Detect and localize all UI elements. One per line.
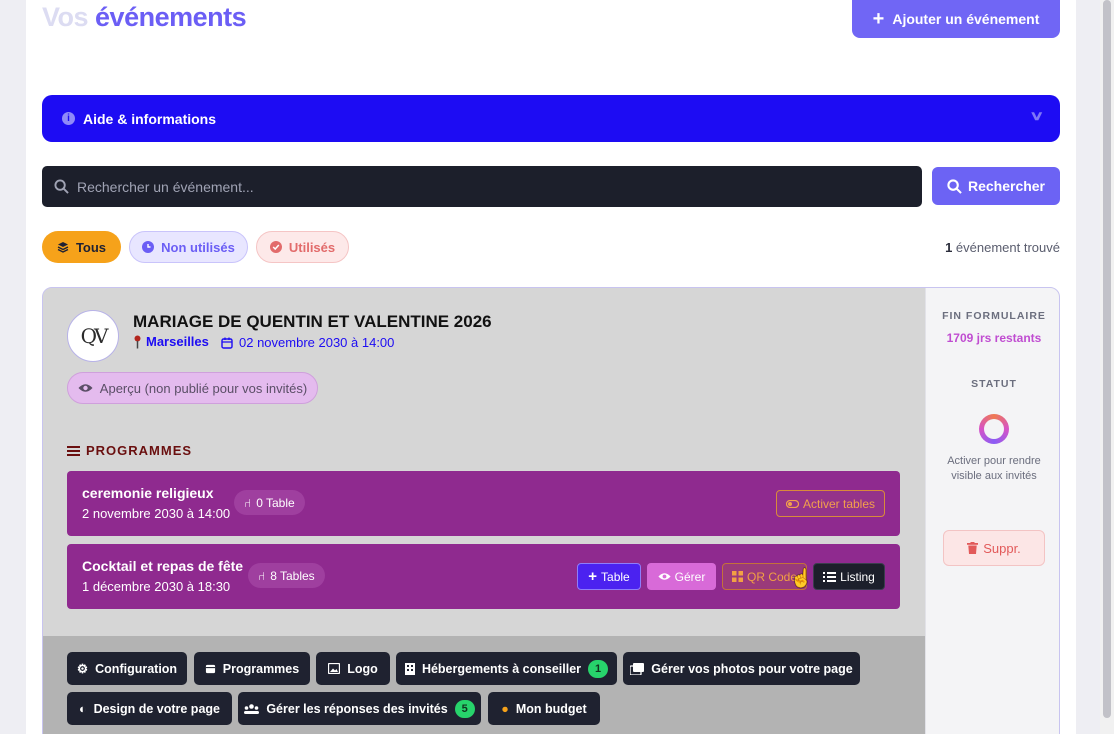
calendar-icon xyxy=(205,664,215,674)
guest-responses-button[interactable]: Gérer les réponses des invités 5 xyxy=(238,692,481,725)
event-logo: QV xyxy=(67,310,119,362)
delete-button[interactable]: Suppr. xyxy=(943,530,1045,566)
gear-icon: ⚙ xyxy=(76,662,89,676)
photos-icon xyxy=(630,662,645,675)
scrollbar-thumb[interactable] xyxy=(1103,0,1111,718)
list-icon xyxy=(67,445,80,456)
form-end-title: FIN FORMULAIRE xyxy=(942,310,1046,322)
search-bar xyxy=(42,166,922,207)
eye-icon xyxy=(658,573,671,580)
list-icon xyxy=(823,571,837,582)
results-count: 1 événement trouvé xyxy=(945,240,1060,255)
budget-button[interactable]: ● Mon budget xyxy=(488,692,600,725)
event-date: 02 novembre 2030 à 14:00 xyxy=(221,335,394,350)
chair-icon: ⑁ xyxy=(244,495,252,510)
page-title: Vos événements xyxy=(42,2,247,32)
pin-icon xyxy=(134,335,141,348)
programmes-button[interactable]: Programmes xyxy=(194,652,310,685)
status-title: STATUT xyxy=(971,378,1017,390)
help-accordion[interactable]: i Aide & informations ∨ xyxy=(42,95,1060,142)
program-date: 2 novembre 2030 à 14:00 xyxy=(82,506,231,521)
eye-icon xyxy=(78,384,93,392)
listing-button[interactable]: Listing xyxy=(813,563,885,590)
program-name: Cocktail et repas de fête xyxy=(82,558,244,574)
hand-cursor-icon: ☝ xyxy=(790,568,813,588)
chevron-down-icon: ∨ xyxy=(1029,108,1045,123)
event-card: QV MARIAGE DE QUENTIN ET VALENTINE 2026 … xyxy=(42,287,1060,734)
palette-icon: ◐ xyxy=(79,701,87,716)
count-badge: 1 xyxy=(588,659,609,678)
manage-button[interactable]: Gérer xyxy=(647,563,716,590)
toggle-icon xyxy=(785,499,799,508)
accommodations-button[interactable]: Hébergements à conseiller 1 xyxy=(396,652,617,685)
image-icon xyxy=(328,663,341,674)
event-location: Marseilles xyxy=(133,334,209,349)
event-title: MARIAGE DE QUENTIN ET VALENTINE 2026 xyxy=(133,312,492,331)
tables-count-badge: ⑁ 8 Tables xyxy=(248,563,325,588)
add-table-button[interactable]: + Table xyxy=(577,563,641,590)
plus-icon: + xyxy=(872,8,885,30)
check-circle-icon xyxy=(269,241,282,253)
chair-icon: ⑁ xyxy=(258,568,266,583)
manage-photos-button[interactable]: Gérer vos photos pour votre page xyxy=(623,652,860,685)
preview-button[interactable]: Aperçu (non publié pour vos invités) xyxy=(67,372,318,404)
tables-count-badge: ⑁ 0 Table xyxy=(234,490,305,515)
program-date: 1 décembre 2030 à 18:30 xyxy=(82,579,231,594)
status-toggle[interactable] xyxy=(979,414,1009,444)
building-icon xyxy=(404,662,415,675)
group-icon xyxy=(244,703,260,714)
plus-icon: + xyxy=(588,568,598,585)
layers-icon xyxy=(57,242,69,253)
search-button[interactable]: Rechercher xyxy=(932,167,1060,205)
page-scrollbar[interactable] xyxy=(1100,0,1114,734)
filter-unused[interactable]: Non utilisés xyxy=(129,231,248,263)
trash-icon xyxy=(967,542,979,554)
search-input[interactable] xyxy=(77,178,897,195)
calendar-icon xyxy=(221,337,233,349)
program-name: ceremonie religieux xyxy=(82,485,214,501)
page-design-button[interactable]: ◐ Design de votre page xyxy=(67,692,232,725)
clock-icon xyxy=(142,241,155,253)
filter-used[interactable]: Utilisés xyxy=(256,231,349,263)
info-icon: i xyxy=(62,112,75,125)
activate-tables-button[interactable]: Activer tables xyxy=(776,490,885,517)
add-event-button[interactable]: + Ajouter un événement xyxy=(852,0,1060,38)
program-row: ceremonie religieux 2 novembre 2030 à 14… xyxy=(67,471,900,536)
program-row: Cocktail et repas de fête 1 décembre 203… xyxy=(67,544,900,609)
money-bag-icon: ● xyxy=(501,701,509,716)
event-sidebar: FIN FORMULAIRE 1709 jrs restants STATUT … xyxy=(925,288,1059,734)
days-remaining: 1709 jrs restants xyxy=(946,331,1042,345)
activate-hint: Activer pour rendre visible aux invités xyxy=(947,455,1041,482)
search-icon xyxy=(54,179,69,194)
logo-button[interactable]: Logo xyxy=(316,652,390,685)
qr-code-icon xyxy=(731,571,743,582)
configuration-button[interactable]: ⚙ Configuration xyxy=(67,652,187,685)
programs-heading: PROGRAMMES xyxy=(67,443,192,458)
count-badge: 5 xyxy=(454,699,475,718)
event-actions: ⚙ Configuration Programmes Logo Hébergem… xyxy=(43,636,925,734)
search-icon xyxy=(947,178,962,194)
filter-all[interactable]: Tous xyxy=(42,231,121,263)
main-page: Vos événements + Ajouter un événement i … xyxy=(26,0,1076,734)
